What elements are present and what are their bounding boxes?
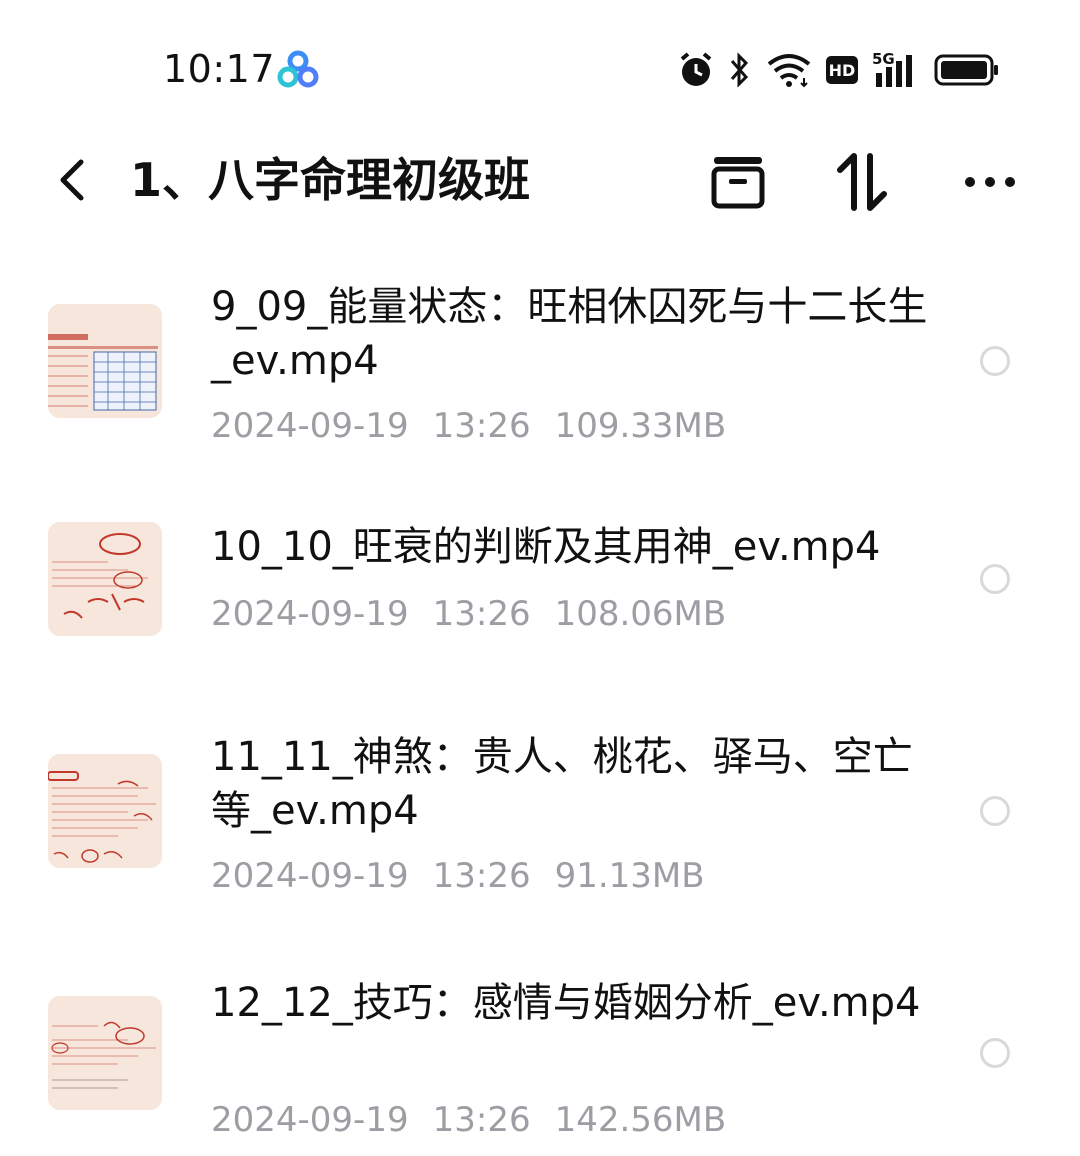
file-size: 142.56MB bbox=[554, 1100, 727, 1140]
notes-thumbnail bbox=[48, 754, 162, 868]
select-checkbox[interactable] bbox=[980, 796, 1010, 826]
handwriting-thumbnail bbox=[48, 522, 162, 636]
status-bar: 10:17 HD 5G bbox=[0, 0, 1080, 130]
battery-icon bbox=[934, 54, 998, 86]
file-size: 109.33MB bbox=[554, 406, 727, 446]
5g-signal-icon: 5G bbox=[872, 51, 920, 89]
status-time: 10:17 bbox=[163, 47, 276, 91]
file-size: 108.06MB bbox=[554, 594, 727, 634]
status-indicators: HD 5G bbox=[678, 48, 1000, 92]
file-item[interactable]: 12_12_技巧：感情与婚姻分析_ev.mp4 2024-09-19 13:26 1… bbox=[0, 966, 1080, 1156]
archive-icon bbox=[711, 157, 765, 209]
file-meta: 2024-09-19 13:26 108.06MB bbox=[211, 592, 726, 636]
file-meta: 2024-09-19 13:26 91.13MB bbox=[211, 854, 705, 898]
file-meta: 2024-09-19 13:26 109.33MB bbox=[211, 404, 726, 448]
file-name: 9_09_能量状态：旺相休囚死与十二长生_ev.mp4 bbox=[211, 284, 928, 384]
archive-button[interactable] bbox=[706, 150, 770, 214]
file-date: 2024-09-19 bbox=[211, 594, 409, 634]
chevron-left-icon bbox=[60, 159, 84, 201]
notes-thumbnail bbox=[48, 996, 162, 1110]
select-checkbox[interactable] bbox=[980, 346, 1010, 376]
file-name: 10_10_旺衰的判断及其用神_ev.mp4 bbox=[211, 524, 881, 570]
title-bar: 1、八字命理初级班 bbox=[0, 130, 1080, 230]
bluetooth-icon bbox=[730, 52, 749, 88]
select-checkbox[interactable] bbox=[980, 564, 1010, 594]
page-title: 1、八字命理初级班 bbox=[130, 153, 531, 207]
file-item[interactable]: 9_09_能量状态：旺相休囚死与十二长生_ev.mp4 2024-09-19 13… bbox=[0, 250, 1080, 470]
file-date: 2024-09-19 bbox=[211, 1100, 409, 1140]
file-date: 2024-09-19 bbox=[211, 406, 409, 446]
file-name: 11_11_神煞：贵人、桃花、驿马、空亡等_ev.mp4 bbox=[211, 734, 913, 834]
back-button[interactable] bbox=[48, 152, 96, 208]
hd-icon: HD bbox=[826, 56, 858, 84]
more-icon bbox=[965, 177, 1015, 187]
file-time: 13:26 bbox=[432, 406, 531, 446]
sort-button[interactable] bbox=[830, 150, 894, 214]
file-name: 12_12_技巧：感情与婚姻分析_ev.mp4 bbox=[211, 980, 921, 1026]
file-time: 13:26 bbox=[432, 594, 531, 634]
table-thumbnail bbox=[48, 304, 162, 418]
more-button[interactable] bbox=[958, 150, 1022, 214]
select-checkbox[interactable] bbox=[980, 1038, 1010, 1068]
file-time: 13:26 bbox=[432, 1100, 531, 1140]
file-item[interactable]: 11_11_神煞：贵人、桃花、驿马、空亡等_ev.mp4 2024-09-19 1… bbox=[0, 720, 1080, 940]
file-date: 2024-09-19 bbox=[211, 856, 409, 896]
file-time: 13:26 bbox=[432, 856, 531, 896]
file-item[interactable]: 10_10_旺衰的判断及其用神_ev.mp4 2024-09-19 13:26 10… bbox=[0, 490, 1080, 670]
cloud-drive-icon bbox=[276, 48, 320, 92]
file-meta: 2024-09-19 13:26 142.56MB bbox=[211, 1098, 726, 1142]
file-size: 91.13MB bbox=[554, 856, 705, 896]
sort-icon bbox=[837, 153, 887, 211]
alarm-icon bbox=[680, 52, 712, 86]
wifi-icon bbox=[767, 54, 811, 88]
